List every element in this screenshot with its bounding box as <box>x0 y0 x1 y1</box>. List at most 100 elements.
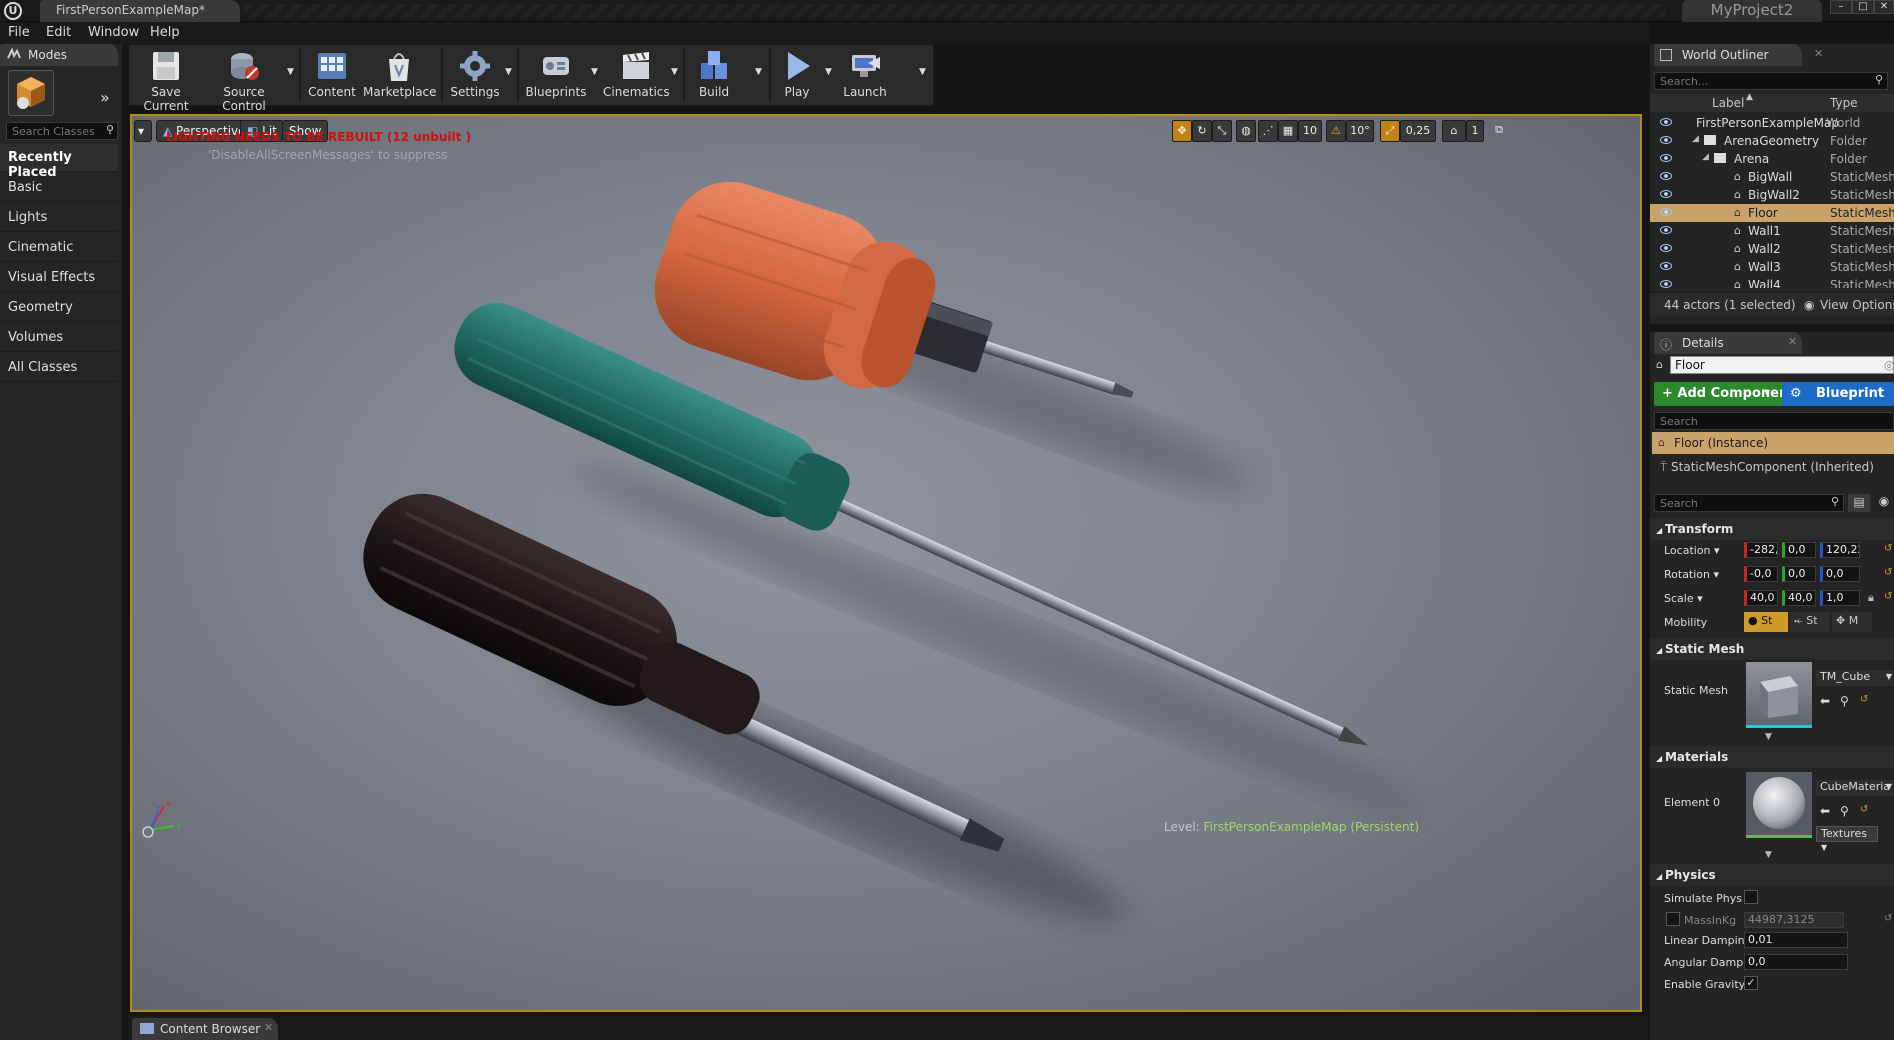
maximize-icon[interactable]: □ <box>1852 0 1874 14</box>
place-mode-icon[interactable] <box>8 70 54 116</box>
outliner-row-selected[interactable]: ⌂ Floor StaticMeshA <box>1650 204 1894 222</box>
transform-section-header[interactable]: ◢ Transform <box>1650 518 1894 540</box>
scale-tool-icon[interactable]: ⤡ <box>1212 120 1232 142</box>
static-mesh-dropdown[interactable]: TM_Cube ▼ <box>1816 670 1894 686</box>
launch-button[interactable]: Launch <box>837 47 893 103</box>
eye-icon[interactable] <box>1660 190 1672 198</box>
material-thumbnail[interactable] <box>1746 772 1812 838</box>
simulate-physics-checkbox[interactable] <box>1744 890 1758 904</box>
outliner-search-input[interactable]: Search... ⚲ <box>1654 72 1888 90</box>
reset-mass-icon[interactable]: ↺ <box>1884 913 1892 924</box>
column-label[interactable]: Label <box>1712 96 1744 110</box>
eye-icon[interactable] <box>1660 136 1672 144</box>
level-viewport[interactable]: ▾ ◭ Perspective ◧ Lit Show LIGHTING NEED… <box>130 114 1642 1012</box>
eye-icon[interactable] <box>1660 280 1672 288</box>
grid-snap-icon[interactable]: ▦ <box>1278 120 1298 142</box>
minimize-icon[interactable]: – <box>1830 0 1852 14</box>
rotation-snap-value[interactable]: 10° <box>1346 120 1374 142</box>
build-button[interactable]: Build <box>689 47 739 103</box>
reset-mesh-icon[interactable]: ↺ <box>1860 694 1868 705</box>
mode-all-classes[interactable]: All Classes <box>0 354 118 382</box>
world-space-icon[interactable]: ◍ <box>1236 120 1256 142</box>
component-search-input[interactable]: Search <box>1654 412 1894 430</box>
outliner-row[interactable]: ⌂ Wall3 StaticMeshA <box>1650 258 1894 276</box>
rotation-label[interactable]: Rotation ▾ <box>1664 568 1719 581</box>
menu-file[interactable]: File <box>8 25 30 40</box>
expand-arrow-icon[interactable]: ◢ <box>1702 152 1709 162</box>
mobility-static-option[interactable]: ● St <box>1744 612 1788 632</box>
search-classes-input[interactable]: Search Classes ⚲ <box>6 122 118 140</box>
add-component-button[interactable]: + Add Component <box>1654 382 1803 406</box>
outliner-row[interactable]: ⌂ Wall4 StaticMeshA <box>1650 276 1894 288</box>
camera-speed-icon[interactable]: ⌂ <box>1442 120 1466 142</box>
use-selected-arrow-icon[interactable]: ⬅ <box>1820 694 1830 708</box>
eye-icon[interactable] <box>1660 172 1672 180</box>
mode-lights[interactable]: Lights <box>0 204 118 232</box>
expand-modes-icon[interactable]: » <box>100 88 110 107</box>
eye-icon[interactable] <box>1660 208 1672 216</box>
scale-label[interactable]: Scale ▾ <box>1664 592 1703 605</box>
outliner-row[interactable]: ◢ ArenaGeometry Folder <box>1650 132 1894 150</box>
mass-override-checkbox[interactable] <box>1666 912 1680 926</box>
outliner-row[interactable]: FirstPersonExampleMap World <box>1650 114 1894 132</box>
lock-icon[interactable]: ◎ <box>1884 358 1894 372</box>
eye-icon[interactable] <box>1660 118 1672 126</box>
close-icon[interactable]: ✕ <box>1874 0 1894 14</box>
translate-tool-icon[interactable]: ✥ <box>1172 120 1192 142</box>
outliner-row[interactable]: ⌂ Wall2 StaticMeshA <box>1650 240 1894 258</box>
blueprints-button[interactable]: Blueprints <box>523 47 589 103</box>
outliner-row[interactable]: ⌂ BigWall StaticMeshA <box>1650 168 1894 186</box>
cinematics-dropdown-icon[interactable]: ▼ <box>671 67 678 77</box>
location-y-input[interactable]: 0,0 <box>1782 542 1816 558</box>
camera-speed-value[interactable]: 1 <box>1466 120 1484 142</box>
play-dropdown-icon[interactable]: ▼ <box>825 67 832 77</box>
mode-visual-effects[interactable]: Visual Effects <box>0 264 118 292</box>
mobility-movable-option[interactable]: ✥ M <box>1832 612 1872 632</box>
world-outliner-tab[interactable]: World Outliner <box>1654 44 1802 66</box>
scale-snap-value[interactable]: 0,25 <box>1400 120 1436 142</box>
static-mesh-component-row[interactable]: ⍑ StaticMeshComponent (Inherited) <box>1660 460 1874 475</box>
rotation-y-input[interactable]: 0,0 <box>1782 566 1816 582</box>
rotation-z-input[interactable]: 0,0 <box>1820 566 1860 582</box>
enable-gravity-checkbox[interactable]: ✓ <box>1744 976 1758 990</box>
scale-z-input[interactable]: 1,0 <box>1820 590 1860 606</box>
use-selected-arrow-icon[interactable]: ⬅ <box>1820 804 1830 818</box>
document-tab[interactable]: FirstPersonExampleMap* <box>40 0 240 22</box>
mass-input[interactable]: 44987,3125 <box>1744 912 1844 928</box>
expand-arrow-icon[interactable]: ◢ <box>1692 134 1699 144</box>
mobility-stationary-option[interactable]: ⤝ St <box>1790 612 1830 632</box>
location-z-input[interactable]: 120,22 <box>1820 542 1860 558</box>
mode-recently-placed[interactable]: Recently Placed <box>0 144 118 180</box>
reset-scale-icon[interactable]: ↺ <box>1884 591 1892 602</box>
content-button[interactable]: Content <box>307 47 357 103</box>
details-tab[interactable]: Details <box>1654 332 1802 354</box>
launch-dropdown-icon[interactable]: ▼ <box>919 67 926 77</box>
reset-rotation-icon[interactable]: ↺ <box>1884 567 1892 578</box>
instance-row[interactable]: Floor (Instance) <box>1652 432 1894 454</box>
mode-volumes[interactable]: Volumes <box>0 324 118 352</box>
textures-dropdown[interactable]: Textures ▼ <box>1816 826 1878 852</box>
outliner-row[interactable]: ⌂ BigWall2 StaticMeshA <box>1650 186 1894 204</box>
outliner-row[interactable]: ⌂ Wall1 StaticMeshA <box>1650 222 1894 240</box>
surface-snap-icon[interactable]: ⋰ <box>1258 120 1278 142</box>
eye-icon[interactable]: ◉ <box>1874 494 1894 512</box>
location-label[interactable]: Location ▾ <box>1664 544 1720 557</box>
materials-section-header[interactable]: ◢ Materials <box>1650 746 1894 768</box>
browse-search-icon[interactable]: ⚲ <box>1840 694 1849 708</box>
build-dropdown-icon[interactable]: ▼ <box>755 67 762 77</box>
physics-section-header[interactable]: ◢ Physics <box>1650 864 1894 886</box>
details-tab-close-icon[interactable]: ✕ <box>1788 335 1797 348</box>
outliner-row[interactable]: ◢ Arena Folder <box>1650 150 1894 168</box>
content-browser-close-icon[interactable]: ✕ <box>264 1021 273 1034</box>
cinematics-button[interactable]: Cinematics <box>603 47 670 103</box>
browse-search-icon[interactable]: ⚲ <box>1840 804 1849 818</box>
expand-advanced-icon[interactable]: ▼ <box>1765 850 1772 860</box>
lock-scale-icon[interactable]: 🔒︎ <box>1868 591 1874 605</box>
static-mesh-thumbnail[interactable] <box>1746 662 1812 728</box>
save-current-button[interactable]: Save Current <box>133 47 199 113</box>
blueprints-dropdown-icon[interactable]: ▼ <box>591 67 598 77</box>
eye-icon[interactable] <box>1660 244 1672 252</box>
linear-damping-input[interactable]: 0,01 <box>1744 932 1848 948</box>
viewport-options-dropdown[interactable]: ▾ <box>134 120 152 142</box>
source-control-dropdown-icon[interactable]: ▼ <box>287 67 294 77</box>
